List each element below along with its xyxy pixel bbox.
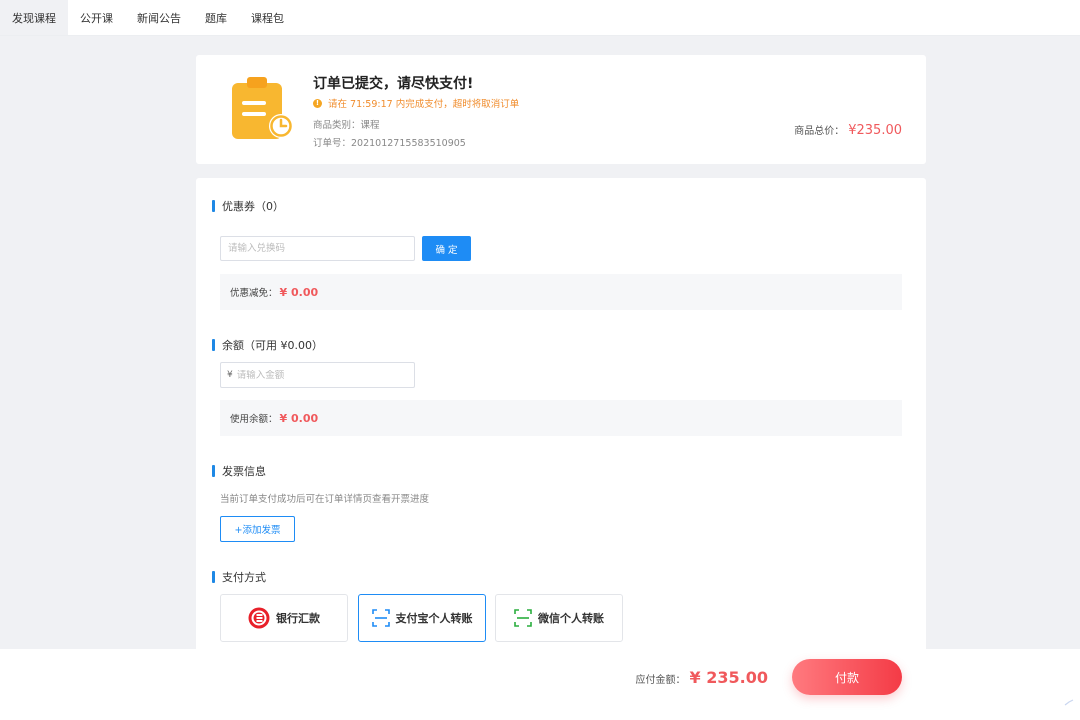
coupon-discount-row: 优惠减免： ¥ 0.00 [220, 274, 902, 310]
scan-icon [514, 609, 532, 627]
currency-symbol: ¥ [227, 370, 233, 380]
discount-value: ¥ 0.00 [279, 285, 319, 299]
order-title: 订单已提交，请尽快支付! [313, 76, 474, 92]
scan-icon [371, 609, 390, 627]
coupon-confirm-button[interactable]: 确 定 [422, 236, 471, 261]
checkout-form-card: 优惠券（0） 确 定 优惠减免： ¥ 0.00 余额（可用 ¥0.00） ¥ 使… [196, 178, 926, 668]
bottom-pay-bar: 应付金额： ¥ 235.00 付款 [0, 649, 1080, 720]
amount-due-value: ¥ 235.00 [689, 668, 768, 687]
nav-item-news[interactable]: 新闻公告 [125, 0, 193, 35]
top-nav: 发现课程 公开课 新闻公告 题库 课程包 [0, 0, 1080, 36]
payment-option-wechat-transfer[interactable]: 微信个人转账 [495, 594, 623, 642]
total-label: 商品总价： [794, 126, 845, 137]
balance-used-row: 使用余额： ¥ 0.00 [220, 400, 902, 436]
discount-label: 优惠减免： [230, 288, 278, 299]
nav-item-course-package[interactable]: 课程包 [239, 0, 296, 35]
balance-section-title: 余额（可用 ¥0.00） [212, 337, 323, 353]
payment-option-label: 微信个人转账 [538, 612, 604, 625]
product-category: 商品类别：课程 [313, 120, 380, 131]
warning-icon: ! [313, 98, 322, 108]
payment-section-title: 支付方式 [212, 569, 266, 585]
order-number: 订单号：2021012715583510905 [313, 138, 466, 149]
product-total: 商品总价： ¥235.00 [794, 122, 902, 138]
coupon-section-title: 优惠券（0） [212, 198, 284, 214]
warning-text: 请在 71:59:17 内完成支付，超时将取消订单 [328, 99, 520, 110]
nav-item-question-bank[interactable]: 题库 [193, 0, 239, 35]
pay-button[interactable]: 付款 [792, 659, 902, 695]
bank-logo-icon [248, 607, 270, 629]
balance-amount-input[interactable] [236, 369, 397, 381]
amount-due: 应付金额： ¥ 235.00 [636, 668, 768, 687]
payment-option-bank-transfer[interactable]: 银行汇款 [220, 594, 348, 642]
used-balance-value: ¥ 0.00 [279, 411, 319, 425]
order-summary-card: 订单已提交，请尽快支付! ! 请在 71:59:17 内完成支付，超时将取消订单… [196, 55, 926, 164]
payment-countdown-warning: ! 请在 71:59:17 内完成支付，超时将取消订单 [313, 96, 519, 110]
nav-item-open-courses[interactable]: 公开课 [68, 0, 125, 35]
invoice-section-title: 发票信息 [212, 463, 266, 479]
total-value: ¥235.00 [848, 123, 902, 138]
used-balance-label: 使用余额： [230, 414, 278, 425]
nav-item-discover-courses[interactable]: 发现课程 [0, 0, 68, 35]
payment-option-alipay-transfer[interactable]: 支付宝个人转账 [358, 594, 486, 642]
payment-option-label: 支付宝个人转账 [395, 612, 473, 625]
balance-input-box[interactable]: ¥ [220, 362, 415, 388]
coupon-code-input[interactable] [220, 236, 415, 261]
amount-due-label: 应付金额： [635, 675, 686, 686]
corner-decoration-icon [1064, 699, 1074, 706]
payment-option-label: 银行汇款 [276, 612, 320, 625]
add-invoice-button[interactable]: +添加发票 [220, 516, 295, 542]
invoice-note: 当前订单支付成功后可在订单详情页查看开票进度 [220, 494, 430, 505]
clipboard-clock-icon [232, 77, 293, 139]
